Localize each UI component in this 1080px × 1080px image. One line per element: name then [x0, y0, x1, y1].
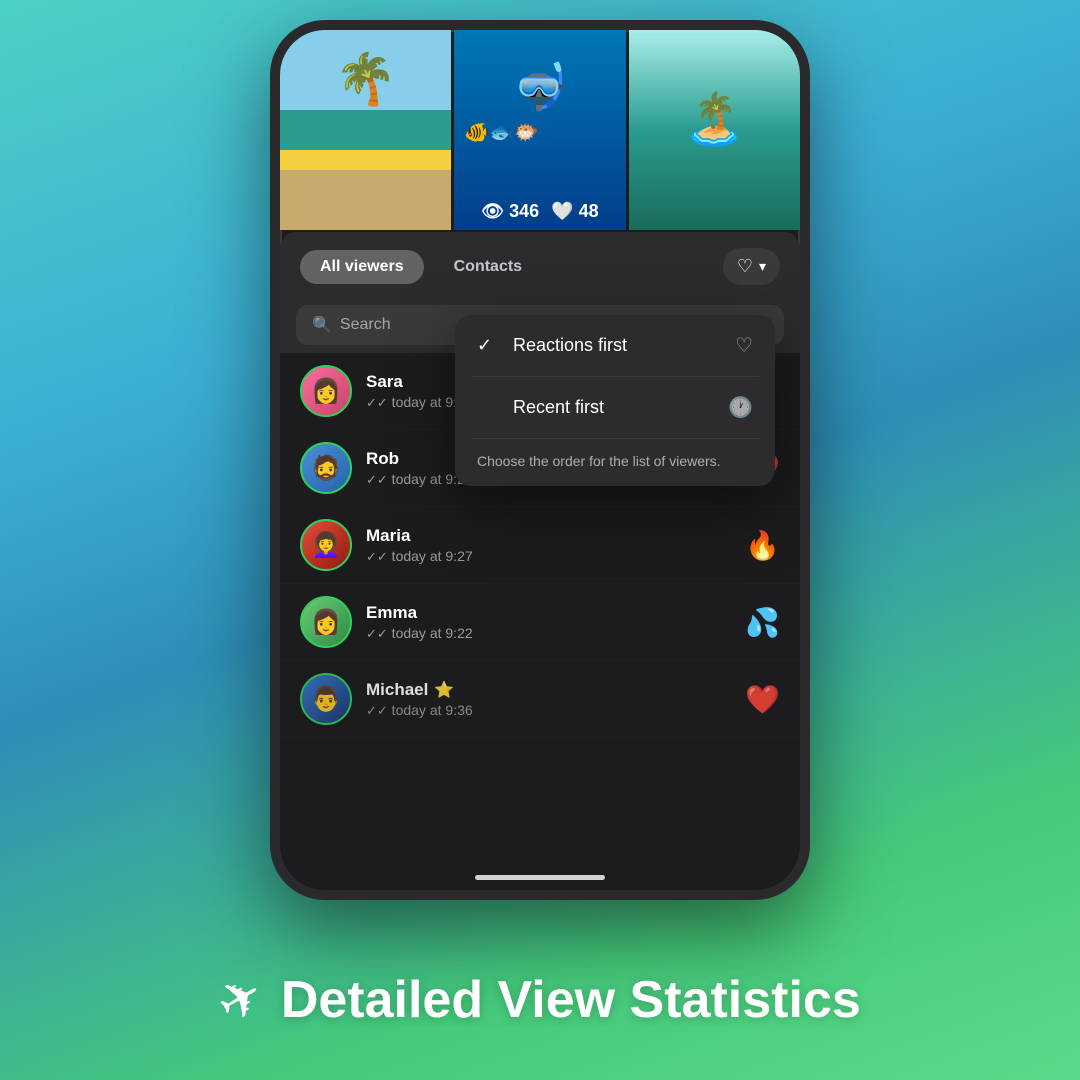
tabs-row: All viewers Contacts ♡ ▾	[280, 232, 800, 297]
selected-checkmark: ✓	[477, 335, 499, 356]
viewer-info: Emma ✓✓ today at 9:22	[366, 603, 731, 642]
viewer-info: Michael ⭐ ✓✓ today at 9:36	[366, 680, 731, 719]
viewer-name: Michael ⭐	[366, 680, 731, 700]
reactions-first-label: Reactions first	[513, 335, 721, 356]
page-title: Detailed View Statistics	[281, 970, 861, 1030]
sort-dropdown: ✓ Reactions first ♡ ✓ Recent first 🕐 Cho…	[455, 315, 775, 486]
reaction-droplets: 💦	[745, 606, 780, 639]
search-placeholder: Search	[340, 316, 391, 334]
double-check-icon: ✓✓	[366, 395, 388, 410]
viewer-time: ✓✓ today at 9:22	[366, 625, 731, 642]
stats-overlay: 👁 346 🤍 48	[481, 201, 598, 222]
clock-icon: 🕐	[728, 395, 753, 420]
viewer-item[interactable]: 👩 Emma ✓✓ today at 9:22 💦	[280, 584, 800, 661]
media-beach	[280, 30, 451, 230]
heart-icon: 🤍	[551, 201, 573, 222]
heart-outline-icon: ♡	[735, 333, 753, 358]
avatar: 👩‍🦱	[300, 519, 352, 571]
double-check-icon: ✓✓	[366, 626, 388, 641]
avatar-emma: 👩	[302, 598, 350, 646]
tab-all-viewers[interactable]: All viewers	[300, 250, 424, 284]
viewer-name: Maria	[366, 526, 731, 546]
double-check-icon: ✓✓	[366, 703, 388, 718]
reaction-fire: 🔥	[745, 529, 780, 562]
avatar-sara: 👩	[302, 367, 350, 415]
avatar-michael: 👨	[302, 675, 350, 723]
avatar: 👨	[300, 673, 352, 725]
avatar-rob: 🧔	[302, 444, 350, 492]
views-stat: 👁 346	[481, 201, 539, 222]
sort-reactions-first[interactable]: ✓ Reactions first ♡	[455, 315, 775, 376]
sort-recent-first[interactable]: ✓ Recent first 🕐	[455, 377, 775, 438]
likes-count: 48	[579, 201, 599, 222]
premium-badge: ⭐	[434, 680, 454, 700]
viewer-info: Maria ✓✓ today at 9:27	[366, 526, 731, 565]
viewer-time: ✓✓ today at 9:27	[366, 548, 731, 565]
home-indicator	[475, 875, 605, 880]
search-icon: 🔍	[312, 315, 332, 335]
phone: 👁 346 🤍 48 All viewers Contacts ♡	[270, 20, 810, 900]
views-count: 346	[509, 201, 539, 222]
reaction-heart-red: ❤️	[745, 683, 780, 716]
media-underwater: 👁 346 🤍 48	[454, 30, 625, 230]
avatar: 👩	[300, 596, 352, 648]
media-grid: 👁 346 🤍 48	[280, 30, 800, 230]
tab-contacts[interactable]: Contacts	[434, 250, 542, 284]
description-text: Choose the order for the list of viewers…	[477, 453, 721, 469]
filter-button[interactable]: ♡ ▾	[723, 248, 780, 285]
phone-wrapper: 👁 346 🤍 48 All viewers Contacts ♡	[270, 20, 810, 900]
avatar: 🧔	[300, 442, 352, 494]
double-check-icon: ✓✓	[366, 472, 388, 487]
viewer-item[interactable]: 👩‍🦱 Maria ✓✓ today at 9:27 🔥	[280, 507, 800, 584]
avatar-maria: 👩‍🦱	[302, 521, 350, 569]
viewer-time: ✓✓ today at 9:36	[366, 702, 731, 719]
eye-icon: 👁	[481, 201, 504, 222]
double-check-icon: ✓✓	[366, 549, 388, 564]
viewer-item[interactable]: 👨 Michael ⭐ ✓✓ today at 9:36 ❤️	[280, 661, 800, 738]
viewer-name: Emma	[366, 603, 731, 623]
telegram-icon: ✈	[207, 963, 275, 1037]
dropdown-description: Choose the order for the list of viewers…	[455, 438, 775, 486]
media-island	[629, 30, 800, 230]
bottom-title-area: ✈ Detailed View Statistics	[0, 970, 1080, 1030]
likes-stat: 🤍 48	[551, 201, 598, 222]
recent-first-label: Recent first	[513, 397, 714, 418]
chevron-down-icon: ▾	[759, 258, 766, 275]
avatar: 👩	[300, 365, 352, 417]
heart-filter-icon: ♡	[737, 256, 753, 277]
